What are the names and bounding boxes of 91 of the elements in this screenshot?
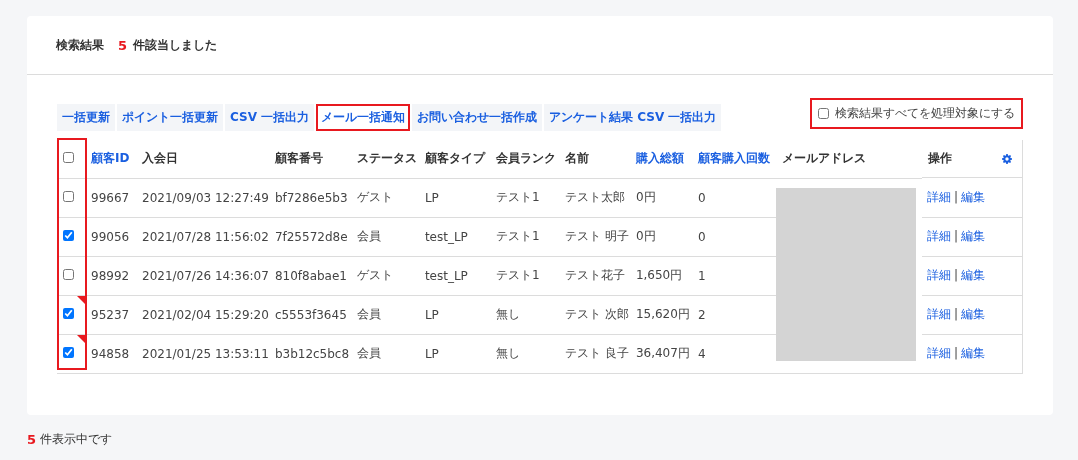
table-cell: 98992 bbox=[85, 256, 136, 295]
table-cell: テスト1 bbox=[489, 178, 559, 217]
separator: | bbox=[953, 189, 958, 204]
checkbox[interactable] bbox=[63, 151, 74, 163]
table-cell: テスト 良子 bbox=[558, 334, 630, 373]
table-cell: 無し bbox=[489, 334, 559, 373]
action-button[interactable]: お問い合わせ一括作成 bbox=[412, 104, 543, 131]
action-button[interactable]: ポイント一括更新 bbox=[117, 104, 223, 131]
link[interactable]: 編集 bbox=[960, 229, 985, 243]
table-cell: LP bbox=[418, 334, 490, 373]
table-cell: 2021/07/26 14:36:07 bbox=[136, 256, 269, 295]
column-header: メールアドレス bbox=[775, 140, 922, 178]
checkbox[interactable] bbox=[63, 229, 74, 241]
column-header: 会員ランク bbox=[489, 140, 559, 178]
checkbox[interactable] bbox=[63, 268, 74, 280]
action-button[interactable]: アンケート結果 CSV 一括出力 bbox=[544, 104, 722, 131]
link[interactable]: 詳細 bbox=[926, 346, 951, 360]
link[interactable]: 詳細 bbox=[926, 307, 951, 321]
link[interactable]: 詳細 bbox=[926, 189, 951, 204]
separator: | bbox=[953, 268, 958, 282]
table-cell: テスト1 bbox=[489, 256, 559, 295]
table-cell: 7f25572d8e bbox=[268, 217, 351, 256]
column-header: ステータス bbox=[350, 140, 419, 178]
table-cell: 会員 bbox=[350, 217, 419, 256]
separator: | bbox=[953, 346, 958, 360]
table-cell: LP bbox=[418, 295, 490, 334]
sortable-column-header[interactable]: 顧客購入回数 bbox=[691, 140, 776, 178]
table-cell: 2021/01/25 13:53:11 bbox=[136, 334, 269, 373]
table-cell: 2021/02/04 15:29:20 bbox=[136, 295, 269, 334]
column-header: 顧客タイプ bbox=[418, 140, 490, 178]
table-cell: テスト 明子 bbox=[558, 217, 630, 256]
column-header: 名前 bbox=[558, 140, 630, 178]
table-cell: test_LP bbox=[418, 217, 490, 256]
table-cell: ゲスト bbox=[350, 256, 419, 295]
result-count-label: 件該当しました bbox=[133, 36, 218, 54]
action-button[interactable]: メール一括通知 bbox=[316, 104, 411, 131]
table-cell: テスト花子 bbox=[558, 256, 630, 295]
table-cell: 無し bbox=[489, 295, 559, 334]
table-cell: 0円 bbox=[629, 217, 692, 256]
table-cell: 会員 bbox=[350, 334, 419, 373]
separator: | bbox=[953, 307, 958, 321]
table-cell: テスト太郎 bbox=[558, 178, 630, 217]
checkbox[interactable] bbox=[63, 346, 74, 358]
table-cell: 0 bbox=[691, 178, 776, 217]
column-header: 操作 bbox=[927, 150, 952, 167]
table-cell: 99667 bbox=[85, 178, 136, 217]
checkbox[interactable] bbox=[63, 190, 74, 202]
table-cell: 2 bbox=[691, 295, 776, 334]
table-cell: 99056 bbox=[85, 217, 136, 256]
table-cell: 0円 bbox=[629, 178, 692, 217]
column-header: 顧客番号 bbox=[268, 140, 351, 178]
checkbox[interactable] bbox=[63, 307, 74, 319]
table-cell: 2021/09/03 12:27:49 bbox=[136, 178, 269, 217]
select-all-results-option[interactable]: 検索結果すべてを処理対象にする bbox=[810, 98, 1023, 129]
link[interactable]: 編集 bbox=[960, 268, 985, 282]
action-button[interactable]: 一括更新 bbox=[57, 104, 115, 131]
result-count: 5 bbox=[118, 37, 128, 53]
action-button[interactable]: CSV 一括出力 bbox=[225, 104, 315, 131]
table-cell: 810f8abae1 bbox=[268, 256, 351, 295]
table-cell: LP bbox=[418, 178, 490, 217]
link[interactable]: 詳細 bbox=[926, 268, 951, 282]
table-cell: 95237 bbox=[85, 295, 136, 334]
displayed-count-label: 件表示中です bbox=[40, 431, 113, 448]
table-cell: 36,407円 bbox=[629, 334, 692, 373]
checkbox[interactable] bbox=[818, 108, 829, 119]
table-cell: test_LP bbox=[418, 256, 490, 295]
section-title: 検索結果 bbox=[56, 36, 104, 54]
column-header: 入会日 bbox=[136, 140, 269, 178]
table-cell: 0 bbox=[691, 217, 776, 256]
table-cell: 1 bbox=[691, 256, 776, 295]
sortable-column-header[interactable]: 顧客ID bbox=[85, 140, 136, 178]
table-cell: b3b12c5bc8 bbox=[268, 334, 351, 373]
link[interactable]: 詳細 bbox=[926, 229, 951, 243]
link[interactable]: 編集 bbox=[960, 307, 985, 321]
sortable-column-header[interactable]: 購入総額 bbox=[629, 140, 692, 178]
table-cell: 1,650円 bbox=[629, 256, 692, 295]
table-cell: 4 bbox=[691, 334, 776, 373]
table-cell: ゲスト bbox=[350, 178, 419, 217]
link[interactable]: 編集 bbox=[960, 189, 985, 204]
displayed-count: 5 bbox=[27, 432, 37, 447]
link[interactable]: 編集 bbox=[960, 346, 985, 360]
table-cell: 会員 bbox=[350, 295, 419, 334]
table-cell: bf7286e5b3 bbox=[268, 178, 351, 217]
settings-icon[interactable] bbox=[1002, 153, 1012, 164]
table-cell: テスト1 bbox=[489, 217, 559, 256]
table-cell: 15,620円 bbox=[629, 295, 692, 334]
table-cell: 94858 bbox=[85, 334, 136, 373]
table-cell: 2021/07/28 11:56:02 bbox=[136, 217, 269, 256]
table-cell: c5553f3645 bbox=[268, 295, 351, 334]
table-cell: テスト 次郎 bbox=[558, 295, 630, 334]
separator: | bbox=[953, 229, 958, 243]
